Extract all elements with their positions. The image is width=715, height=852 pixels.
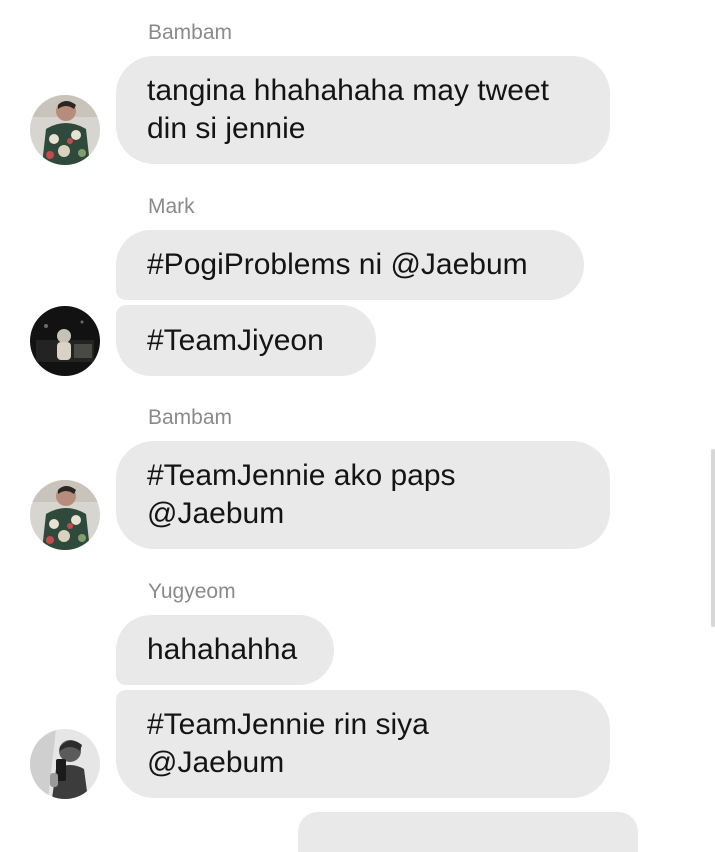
avatar[interactable]: [30, 306, 100, 376]
sender-name: Bambam: [148, 406, 233, 429]
message-bubble[interactable]: #TeamJiyeon: [116, 305, 376, 376]
message-bubble-partial[interactable]: [298, 812, 638, 852]
sender-name: Yugyeom: [148, 580, 236, 603]
avatar[interactable]: [30, 480, 100, 550]
avatar-dark-night-scene-icon: [30, 306, 100, 376]
message-bubble[interactable]: tangina hhahahaha may tweet din si jenni…: [116, 56, 610, 164]
sender-name: Bambam: [148, 21, 233, 44]
avatar-floral-shirt-icon: [30, 480, 100, 550]
message-bubble[interactable]: #PogiProblems ni @Jaebum: [116, 230, 584, 300]
avatar-floral-shirt-icon: [30, 95, 100, 165]
avatar-grayscale-mirror-selfie-icon: [30, 729, 100, 799]
avatar[interactable]: [30, 729, 100, 799]
avatar[interactable]: [30, 95, 100, 165]
message-bubble[interactable]: #TeamJennie rin siya @Jaebum: [116, 690, 610, 798]
message-bubble[interactable]: #TeamJennie ako paps @Jaebum: [116, 441, 610, 549]
message-bubble[interactable]: hahahahha: [116, 615, 334, 685]
scrollbar[interactable]: [711, 449, 715, 627]
sender-name: Mark: [148, 195, 195, 218]
